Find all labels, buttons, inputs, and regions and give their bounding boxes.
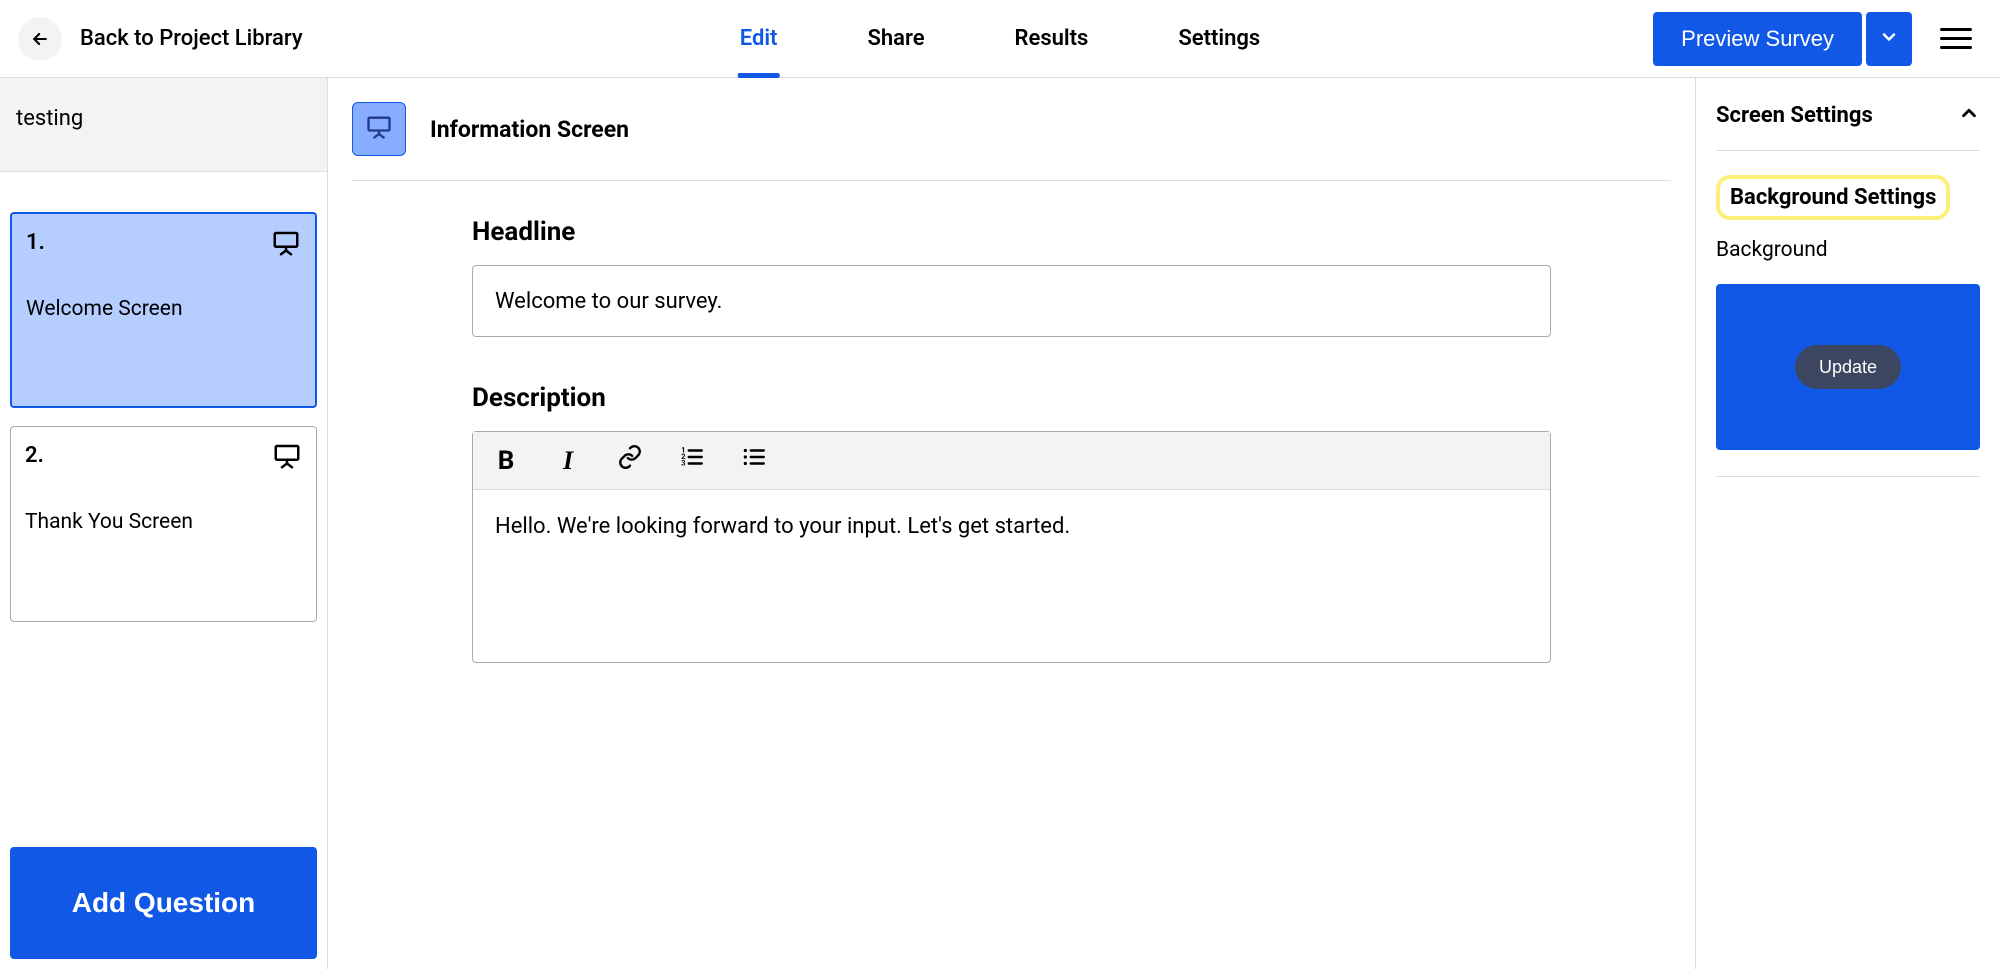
- settings-title: Screen Settings: [1716, 103, 1873, 128]
- headline-label: Headline: [472, 217, 1551, 247]
- background-settings-label: Background Settings: [1716, 175, 1950, 220]
- screen-card-thankyou[interactable]: 2. Thank You Screen: [10, 426, 317, 622]
- svg-text:3: 3: [681, 459, 685, 468]
- bold-button[interactable]: B: [491, 446, 521, 476]
- presentation-icon: [271, 228, 301, 262]
- rich-text-toolbar: B I 123: [473, 432, 1550, 490]
- presentation-icon: [365, 113, 393, 145]
- main-area: testing 1. Welcome Screen 2. Thank You S…: [0, 78, 2000, 969]
- preview-survey-dropdown[interactable]: [1866, 12, 1912, 66]
- chevron-up-icon: [1958, 102, 1980, 128]
- headline-input[interactable]: [472, 265, 1551, 337]
- preview-survey-group: Preview Survey: [1653, 12, 1912, 66]
- menu-button[interactable]: [1936, 24, 1976, 53]
- editor-header: Information Screen: [352, 102, 1671, 181]
- preview-survey-button[interactable]: Preview Survey: [1653, 12, 1862, 66]
- bullet-list-icon: [741, 444, 767, 477]
- description-textarea[interactable]: Hello. We're looking forward to your inp…: [473, 490, 1550, 662]
- ordered-list-button[interactable]: 123: [677, 446, 707, 476]
- screen-type-icon-box: [352, 102, 406, 156]
- chevron-down-icon: [1879, 27, 1899, 50]
- back-label: Back to Project Library: [80, 26, 303, 51]
- background-preview[interactable]: Update: [1716, 284, 1980, 450]
- bullet-list-button[interactable]: [739, 446, 769, 476]
- screen-number: 1.: [26, 230, 301, 255]
- divider: [1716, 476, 1980, 477]
- screen-number: 2.: [25, 443, 302, 468]
- back-arrow-icon: [18, 17, 62, 61]
- screen-title: Thank You Screen: [25, 510, 302, 534]
- top-bar: Back to Project Library Edit Share Resul…: [0, 0, 2000, 78]
- tab-results[interactable]: Results: [1015, 9, 1089, 69]
- settings-header[interactable]: Screen Settings: [1716, 102, 1980, 151]
- italic-button[interactable]: I: [553, 446, 583, 476]
- tab-settings[interactable]: Settings: [1178, 9, 1260, 69]
- screen-list: 1. Welcome Screen 2. Thank You Screen: [0, 172, 327, 837]
- presentation-icon: [272, 441, 302, 475]
- link-button[interactable]: [615, 446, 645, 476]
- main-tabs: Edit Share Results Settings: [740, 0, 1261, 77]
- settings-panel: Screen Settings Background Settings Back…: [1696, 78, 2000, 969]
- tab-edit[interactable]: Edit: [740, 9, 778, 69]
- description-editor: B I 123: [472, 431, 1551, 663]
- screen-card-welcome[interactable]: 1. Welcome Screen: [10, 212, 317, 408]
- description-label: Description: [472, 383, 1551, 413]
- update-background-button[interactable]: Update: [1795, 345, 1901, 389]
- project-name: testing: [0, 78, 327, 172]
- tab-share[interactable]: Share: [867, 9, 924, 69]
- hamburger-icon: [1940, 28, 1972, 31]
- editor-body: Headline Description B I 123: [352, 181, 1671, 663]
- screen-type-label: Information Screen: [430, 116, 629, 143]
- back-to-library[interactable]: Back to Project Library: [0, 17, 303, 61]
- topbar-right: Preview Survey: [1653, 12, 2000, 66]
- ordered-list-icon: 123: [679, 444, 705, 477]
- left-panel: testing 1. Welcome Screen 2. Thank You S…: [0, 78, 328, 969]
- link-icon: [617, 444, 643, 477]
- editor-panel: Information Screen Headline Description …: [328, 78, 1696, 969]
- add-question-button[interactable]: Add Question: [10, 847, 317, 959]
- screen-title: Welcome Screen: [26, 297, 301, 321]
- background-label: Background: [1716, 238, 1980, 262]
